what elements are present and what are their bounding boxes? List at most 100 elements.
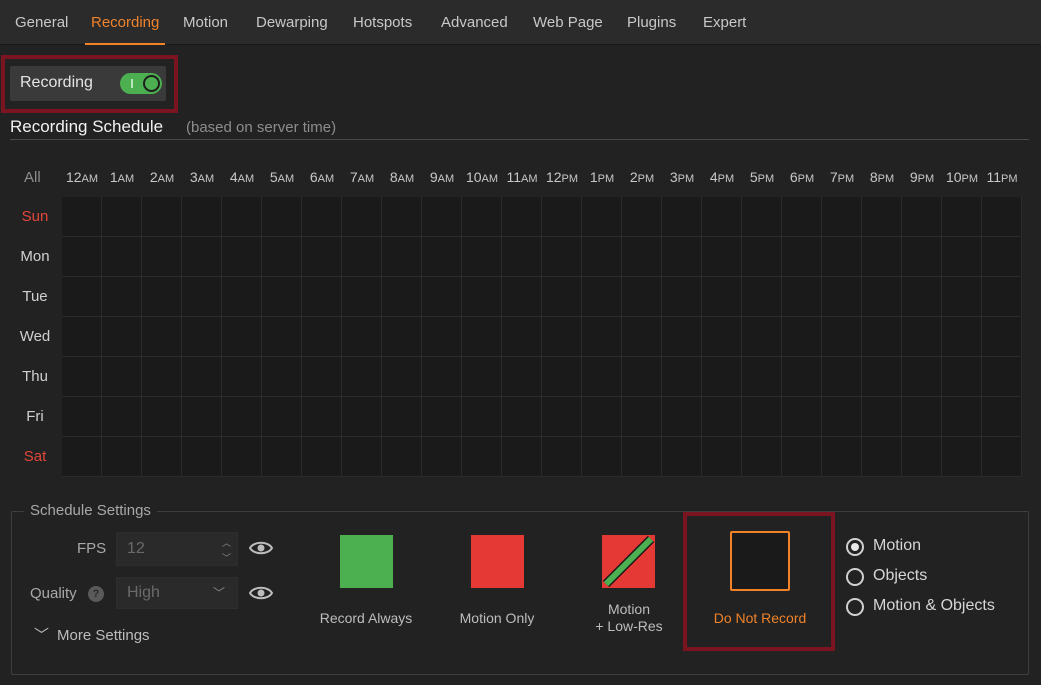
schedule-cell[interactable] — [342, 237, 382, 277]
hour-column-header[interactable]: 9AM — [422, 169, 462, 185]
schedule-cell[interactable] — [982, 237, 1022, 277]
tab-plugins[interactable]: Plugins — [627, 0, 676, 45]
schedule-cell[interactable] — [942, 277, 982, 317]
schedule-cell[interactable] — [422, 397, 462, 437]
schedule-cell[interactable] — [262, 397, 302, 437]
day-row-header[interactable]: Fri — [10, 408, 60, 425]
schedule-cell[interactable] — [942, 197, 982, 237]
hour-column-header[interactable]: 6AM — [302, 169, 342, 185]
schedule-cell[interactable] — [62, 397, 102, 437]
schedule-cell[interactable] — [742, 397, 782, 437]
schedule-cell[interactable] — [222, 397, 262, 437]
schedule-cell[interactable] — [422, 237, 462, 277]
hour-column-header[interactable]: 10PM — [942, 169, 982, 185]
schedule-cell[interactable] — [782, 357, 822, 397]
schedule-cell[interactable] — [702, 357, 742, 397]
motion-low-res-swatch[interactable] — [602, 535, 655, 588]
schedule-cell[interactable] — [422, 317, 462, 357]
schedule-cell[interactable] — [622, 317, 662, 357]
schedule-cell[interactable] — [582, 277, 622, 317]
schedule-cell[interactable] — [502, 317, 542, 357]
schedule-cell[interactable] — [302, 357, 342, 397]
schedule-cell[interactable] — [502, 397, 542, 437]
schedule-cell[interactable] — [622, 197, 662, 237]
hour-column-header[interactable]: 5AM — [262, 169, 302, 185]
hour-column-header[interactable]: 10AM — [462, 169, 502, 185]
schedule-cell[interactable] — [462, 357, 502, 397]
schedule-cell[interactable] — [662, 357, 702, 397]
schedule-cell[interactable] — [102, 397, 142, 437]
schedule-cell[interactable] — [182, 237, 222, 277]
schedule-cell[interactable] — [662, 317, 702, 357]
schedule-cell[interactable] — [462, 317, 502, 357]
tab-motion[interactable]: Motion — [183, 0, 228, 45]
schedule-cell[interactable] — [62, 317, 102, 357]
schedule-cell[interactable] — [342, 437, 382, 477]
tab-recording[interactable]: Recording — [84, 0, 166, 45]
schedule-cell[interactable] — [662, 397, 702, 437]
hour-column-header[interactable]: 9PM — [902, 169, 942, 185]
hour-column-header[interactable]: 2AM — [142, 169, 182, 185]
schedule-cell[interactable] — [302, 237, 342, 277]
schedule-cell[interactable] — [902, 357, 942, 397]
schedule-cell[interactable] — [582, 397, 622, 437]
schedule-cell[interactable] — [662, 277, 702, 317]
schedule-cell[interactable] — [422, 357, 462, 397]
hour-column-header[interactable]: 11PM — [982, 169, 1022, 185]
schedule-cell[interactable] — [782, 437, 822, 477]
schedule-cell[interactable] — [902, 397, 942, 437]
schedule-cell[interactable] — [862, 277, 902, 317]
schedule-cell[interactable] — [902, 237, 942, 277]
recording-toggle-switch[interactable] — [120, 73, 162, 94]
schedule-cell[interactable] — [902, 437, 942, 477]
schedule-cell[interactable] — [542, 437, 582, 477]
schedule-cell[interactable] — [942, 357, 982, 397]
schedule-cell[interactable] — [622, 277, 662, 317]
schedule-cell[interactable] — [702, 437, 742, 477]
schedule-cell[interactable] — [702, 197, 742, 237]
schedule-cell[interactable] — [702, 277, 742, 317]
hour-column-header[interactable]: 3AM — [182, 169, 222, 185]
tab-advanced[interactable]: Advanced — [441, 0, 508, 45]
schedule-cell[interactable] — [822, 277, 862, 317]
schedule-cell[interactable] — [262, 317, 302, 357]
schedule-cell[interactable] — [622, 437, 662, 477]
schedule-cell[interactable] — [502, 437, 542, 477]
schedule-cell[interactable] — [262, 437, 302, 477]
schedule-cell[interactable] — [62, 197, 102, 237]
schedule-cell[interactable] — [822, 317, 862, 357]
schedule-cell[interactable] — [862, 197, 902, 237]
tab-web-page[interactable]: Web Page — [533, 0, 603, 45]
schedule-cell[interactable] — [142, 317, 182, 357]
tab-expert[interactable]: Expert — [703, 0, 746, 45]
schedule-cell[interactable] — [102, 317, 142, 357]
schedule-cell[interactable] — [982, 397, 1022, 437]
schedule-cell[interactable] — [982, 197, 1022, 237]
schedule-cell[interactable] — [702, 237, 742, 277]
schedule-cell[interactable] — [222, 277, 262, 317]
schedule-cell[interactable] — [62, 277, 102, 317]
schedule-cell[interactable] — [222, 437, 262, 477]
schedule-grid[interactable] — [62, 197, 1022, 477]
schedule-cell[interactable] — [382, 277, 422, 317]
schedule-cell[interactable] — [502, 357, 542, 397]
schedule-cell[interactable] — [182, 357, 222, 397]
schedule-cell[interactable] — [382, 437, 422, 477]
schedule-cell[interactable] — [542, 397, 582, 437]
day-row-header[interactable]: Mon — [10, 248, 60, 265]
schedule-cell[interactable] — [462, 277, 502, 317]
tab-dewarping[interactable]: Dewarping — [256, 0, 328, 45]
schedule-cell[interactable] — [542, 237, 582, 277]
schedule-cell[interactable] — [262, 237, 302, 277]
schedule-cell[interactable] — [982, 317, 1022, 357]
hour-column-header[interactable]: 1AM — [102, 169, 142, 185]
schedule-cell[interactable] — [822, 357, 862, 397]
radio-motion-and-objects[interactable]: Motion & Objects — [846, 597, 1006, 617]
schedule-cell[interactable] — [862, 237, 902, 277]
motion-only-swatch[interactable] — [471, 535, 524, 588]
schedule-cell[interactable] — [302, 437, 342, 477]
schedule-cell[interactable] — [742, 317, 782, 357]
hour-column-header[interactable]: 12PM — [542, 169, 582, 185]
schedule-cell[interactable] — [382, 357, 422, 397]
schedule-cell[interactable] — [462, 437, 502, 477]
